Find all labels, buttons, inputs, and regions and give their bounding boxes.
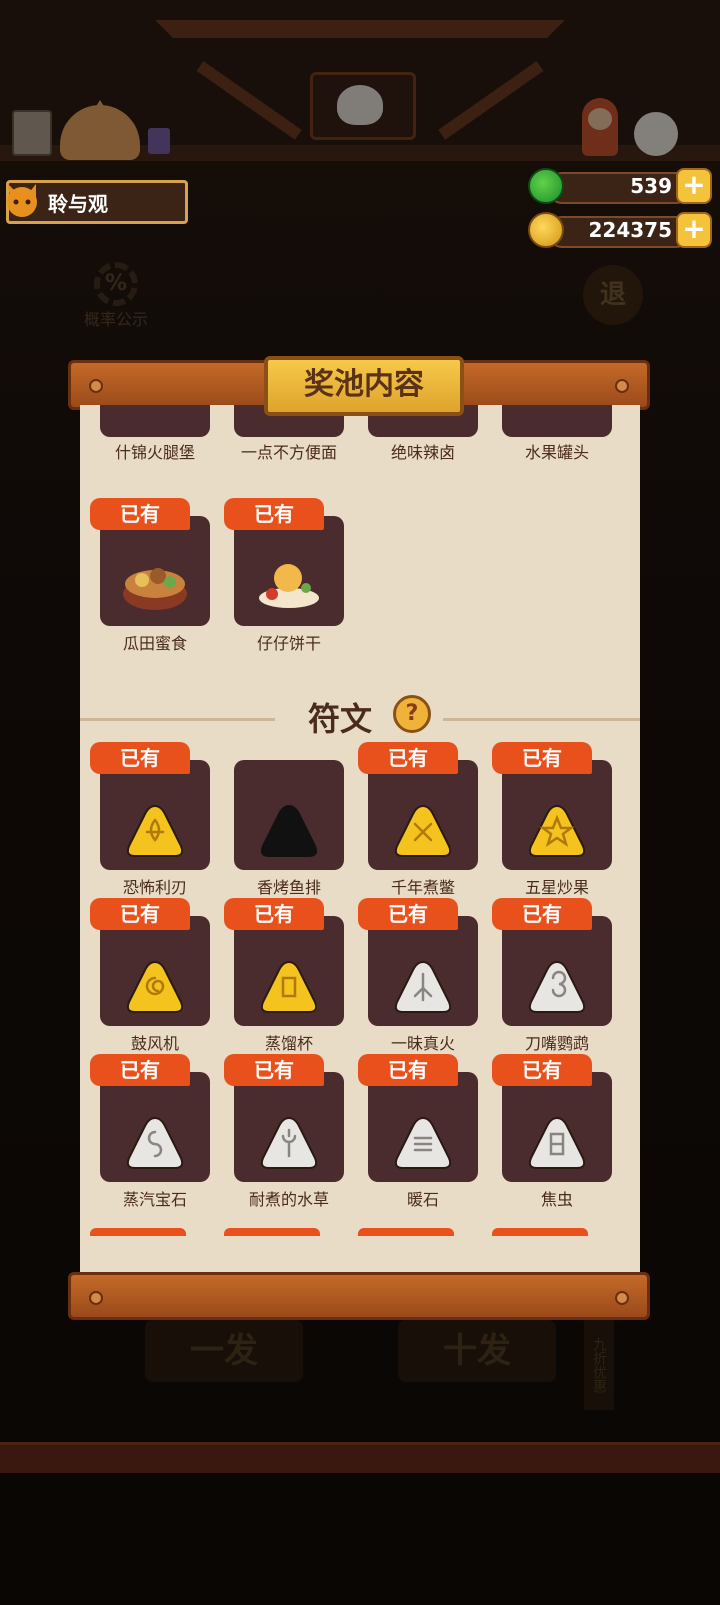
item-card-bg	[368, 760, 478, 870]
item-name: 水果罐头	[524, 443, 589, 462]
item-name: 仔仔饼干	[256, 634, 321, 653]
rune-stone-icon	[528, 804, 586, 857]
biscuit-plate-icon	[259, 564, 319, 608]
item-card-bg	[100, 405, 210, 437]
item-card-bg	[368, 1072, 478, 1182]
gem-amount: 539	[630, 174, 672, 198]
coin-icon	[528, 212, 564, 248]
item-name: 一点不方便面	[240, 443, 337, 462]
owned-badge: 已有	[224, 1054, 324, 1086]
item-name: 五星炒果	[524, 878, 589, 897]
item-name: 暖石	[406, 1190, 439, 1209]
item-name: 恐怖利刃	[122, 878, 187, 897]
item-name: 鼓风机	[130, 1034, 179, 1053]
item-name: 蒸汽宝石	[122, 1190, 187, 1209]
nail-icon	[615, 379, 629, 393]
item-name: 刀嘴鹦鹉	[524, 1034, 589, 1053]
section-divider-left	[80, 718, 275, 721]
rune-section-title: 符文	[308, 700, 373, 738]
owned-badge: 已有	[90, 1054, 190, 1086]
nail-icon	[89, 379, 103, 393]
item-card-bg	[368, 916, 478, 1026]
owned-badge: 已有	[90, 498, 190, 530]
next-row-badge	[224, 1228, 320, 1236]
item-name: 一昧真火	[390, 1034, 455, 1053]
section-divider-right	[443, 718, 640, 721]
owned-badge: 已有	[492, 742, 592, 774]
rune-stone-icon	[394, 804, 452, 857]
item-card-bg	[234, 1072, 344, 1182]
owned-badge: 已有	[90, 742, 190, 774]
next-row-badge	[90, 1228, 186, 1236]
item-card-bg	[502, 1072, 612, 1182]
item-name: 瓜田蜜食	[122, 634, 187, 653]
rune-stone-icon	[260, 960, 318, 1013]
item-card-bg	[234, 916, 344, 1026]
owned-badge: 已有	[90, 898, 190, 930]
prize-pool-list[interactable]: 什锦火腿堡 一点不方便面 绝味辣卤 水果罐头 已有 瓜田蜜食 已有 仔仔饼干 已…	[80, 405, 640, 1272]
item-card-bg	[234, 516, 344, 626]
player-avatar-icon[interactable]	[2, 174, 46, 224]
coin-currency: 224375 +	[528, 212, 712, 248]
rune-stone-icon	[394, 960, 452, 1013]
rune-stone-icon	[260, 1116, 318, 1169]
add-coins-button[interactable]: +	[676, 212, 712, 248]
item-card-bg	[502, 916, 612, 1026]
rune-stone-icon	[260, 804, 318, 857]
owned-badge: 已有	[358, 1054, 458, 1086]
nail-icon	[615, 1291, 629, 1305]
owned-badge: 已有	[492, 898, 592, 930]
rune-stone-icon	[528, 960, 586, 1013]
owned-badge: 已有	[492, 1054, 592, 1086]
item-name: 千年煮鳖	[390, 878, 455, 897]
green-gem-icon	[528, 168, 564, 204]
coin-amount: 224375	[588, 218, 673, 242]
item-card-bg	[234, 760, 344, 870]
item-name: 耐煮的水草	[248, 1190, 329, 1209]
rune-stone-icon	[126, 804, 184, 857]
player-name: 聆与观	[48, 192, 108, 216]
gem-currency: 539 +	[528, 168, 712, 204]
item-card-bg	[100, 516, 210, 626]
item-name: 蒸馏杯	[264, 1034, 313, 1053]
next-row-badge	[358, 1228, 454, 1236]
owned-badge: 已有	[358, 898, 458, 930]
item-name: 什锦火腿堡	[114, 443, 195, 462]
owned-badge: 已有	[358, 742, 458, 774]
rune-stone-icon	[126, 1116, 184, 1169]
item-name: 焦虫	[540, 1190, 573, 1209]
item-name: 香烤鱼排	[256, 878, 321, 897]
owned-badge: 已有	[224, 898, 324, 930]
rune-stone-icon	[394, 1116, 452, 1169]
item-name: 绝味辣卤	[390, 443, 455, 462]
owned-badge: 已有	[224, 498, 324, 530]
scroll-rod-bottom	[68, 1272, 650, 1320]
panel-title: 奖池内容	[264, 356, 464, 416]
item-card-bg	[502, 760, 612, 870]
item-card-bg	[100, 1072, 210, 1182]
food-basket-icon	[123, 568, 187, 610]
add-gems-button[interactable]: +	[676, 168, 712, 204]
item-card-bg	[100, 916, 210, 1026]
rune-stone-icon	[126, 960, 184, 1013]
item-card-bg	[502, 405, 612, 437]
help-icon[interactable]: ?	[393, 695, 431, 733]
rune-stone-icon	[528, 1116, 586, 1169]
item-card-bg	[100, 760, 210, 870]
next-row-badge	[492, 1228, 588, 1236]
nail-icon	[89, 1291, 103, 1305]
